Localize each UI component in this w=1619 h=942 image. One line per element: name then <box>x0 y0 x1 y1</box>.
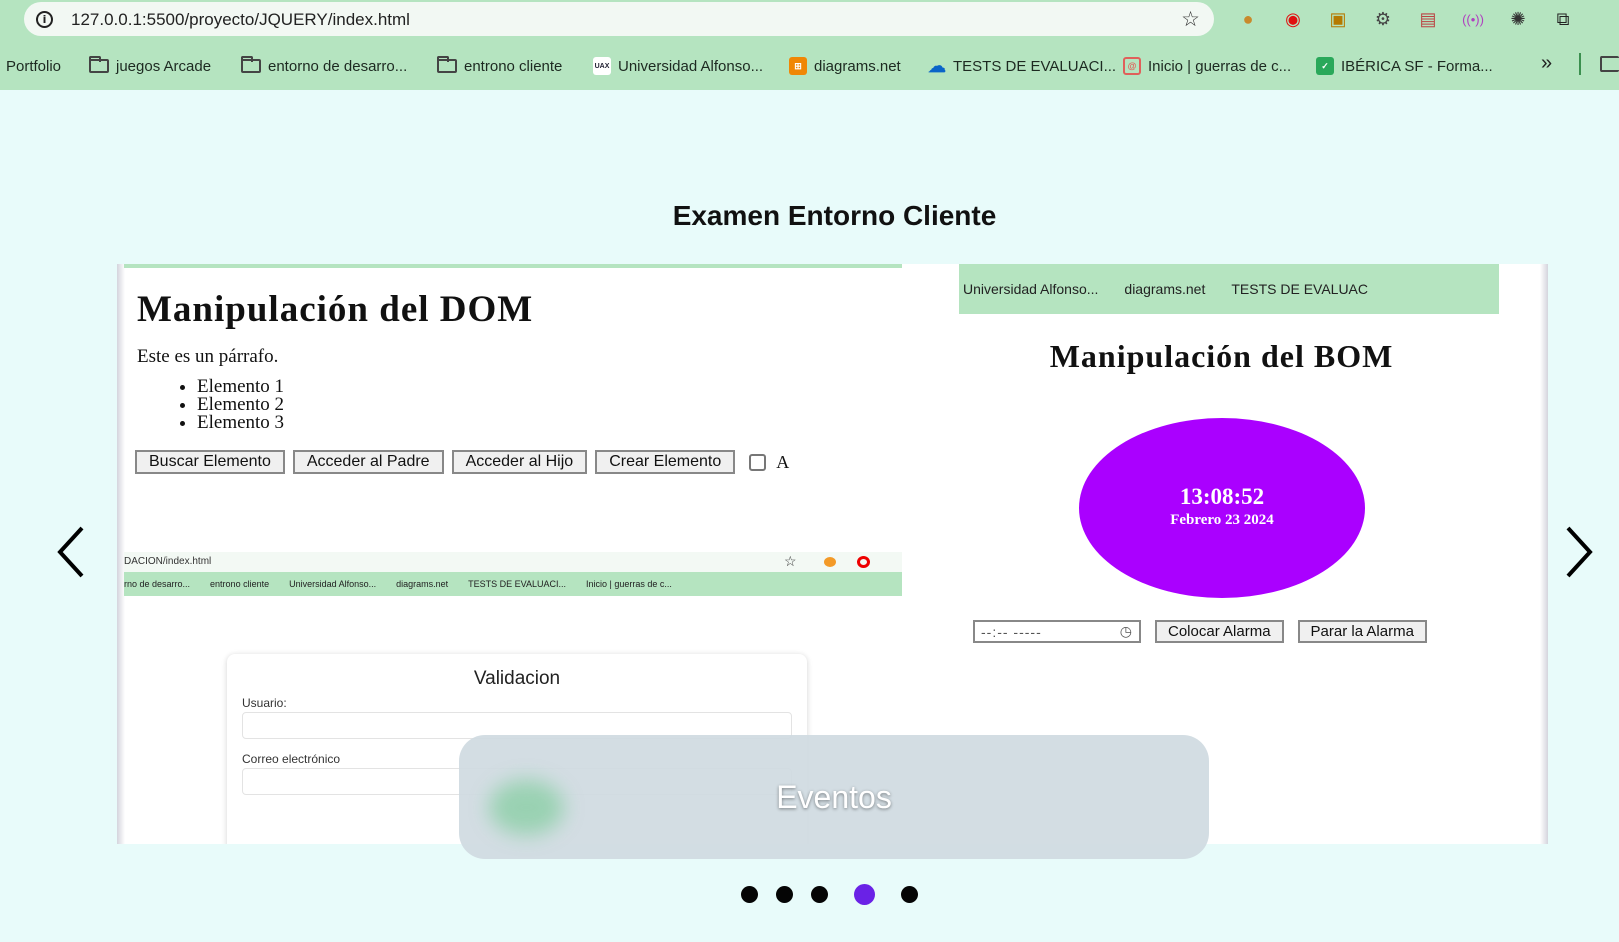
folder-icon <box>89 56 109 73</box>
acceder-hijo-button: Acceder al Hijo <box>451 450 588 474</box>
bookmark-entorno-desarrollo[interactable]: entorno de desarro... <box>241 56 407 76</box>
bom-bookmark: Universidad Alfonso... <box>963 281 1099 297</box>
dom-checkbox <box>749 453 767 471</box>
openai-extension-icon[interactable]: ✺ <box>1502 4 1534 34</box>
puzzle-extensions-icon[interactable]: ⧉ <box>1547 4 1579 34</box>
check-favicon-icon: ✓ <box>1316 57 1334 75</box>
screen-extension-icon[interactable]: ▤ <box>1412 4 1444 34</box>
bookmarks-bar: Portfolio juegos Arcade entorno de desar… <box>0 42 1619 90</box>
other-bookmarks-folder-icon[interactable] <box>1600 56 1619 72</box>
bookmark-tests-evaluacion[interactable]: ☁ TESTS DE EVALUACI... <box>928 56 1116 76</box>
mini-bookmark: Inicio | guerras de c... <box>586 579 672 589</box>
address-bar[interactable]: i 127.0.0.1:5500/proyecto/JQUERY/index.h… <box>24 2 1214 36</box>
carousel-indicator[interactable] <box>901 886 918 903</box>
uax-favicon-icon: UAX <box>593 57 611 75</box>
mini-bookmark: rno de desarro... <box>124 579 191 589</box>
crear-elemento-button: Crear Elemento <box>595 450 736 474</box>
alarm-time-input: --:-- ----- ◷ <box>973 620 1141 643</box>
clock-date: Febrero 23 2024 <box>1170 512 1274 528</box>
usuario-label: Usuario: <box>242 696 287 710</box>
bookmark-label: Universidad Alfonso... <box>618 57 764 75</box>
alarm-controls: --:-- ----- ◷ Colocar Alarma Parar la Al… <box>973 620 1427 643</box>
bookmark-guerras[interactable]: @ Inicio | guerras de c... <box>1123 56 1291 76</box>
bookmark-label: diagrams.net <box>814 57 901 75</box>
dom-paragraph: Este es un párrafo. <box>137 346 279 367</box>
carousel-next-icon[interactable] <box>1558 522 1598 582</box>
mini-star-icon: ☆ <box>784 553 797 569</box>
bookmark-label: entrono cliente <box>464 57 563 75</box>
bookmark-label: IBÉRICA SF - Forma... <box>1341 57 1493 75</box>
page-title: Examen Entorno Cliente <box>672 200 997 231</box>
bookmark-label: TESTS DE EVALUACI... <box>953 57 1117 75</box>
site-info-icon[interactable]: i <box>36 11 53 28</box>
bookmark-label: Inicio | guerras de c... <box>1148 57 1292 75</box>
swirl-favicon-icon: @ <box>1123 57 1141 75</box>
mini-bookmark: diagrams.net <box>396 579 449 589</box>
dom-checkbox-label: A <box>776 451 790 472</box>
parar-alarma-button: Parar la Alarma <box>1297 620 1427 643</box>
more-bookmarks-icon[interactable]: » <box>1541 52 1552 75</box>
email-label: Correo electrónico <box>242 752 341 766</box>
clock-circle: 13:08:52 Febrero 23 2024 <box>1079 418 1365 598</box>
dom-heading: Manipulación del DOM <box>137 289 534 330</box>
bom-bookmark: diagrams.net <box>1124 281 1206 297</box>
mini-bookmark: Universidad Alfonso... <box>289 579 377 589</box>
caption-title: Eventos <box>776 779 892 815</box>
browser-toolbar: i 127.0.0.1:5500/proyecto/JQUERY/index.h… <box>0 0 1619 42</box>
bom-heading: Manipulación del BOM <box>1049 338 1394 374</box>
bookmarks-divider <box>1579 53 1581 75</box>
bookmark-label: juegos Arcade <box>116 57 212 75</box>
list-item: Elemento 3 <box>197 413 284 432</box>
dom-list: Elemento 1 Elemento 2 Elemento 3 <box>197 377 284 432</box>
carousel-indicators <box>741 884 918 905</box>
mini-bookmarks: rno de desarro... entrono cliente Univer… <box>124 572 902 596</box>
carousel-caption: Eventos <box>459 735 1209 859</box>
carousel-prev-icon[interactable] <box>52 522 92 582</box>
extensions-bar: ● ◉ ▣ ⚙ ▤ ((•)) ✺ ⧉ <box>1232 4 1579 34</box>
robot-extension-icon[interactable]: ⚙ <box>1367 4 1399 34</box>
bom-bookmark: TESTS DE EVALUAC <box>1231 281 1369 297</box>
bookmark-juegos-arcade[interactable]: juegos Arcade <box>89 56 211 76</box>
buscar-elemento-button: Buscar Elemento <box>135 450 285 474</box>
bookmark-portfolio[interactable]: Portfolio <box>6 56 61 76</box>
acceder-padre-button: Acceder al Padre <box>292 450 444 474</box>
mini-cookie-icon <box>824 557 836 567</box>
validation-title: Validacion <box>473 668 561 689</box>
onedrive-favicon-icon: ☁ <box>928 55 946 76</box>
mini-url-bar: DACION/index.html ☆ <box>124 552 902 572</box>
carousel-indicator-active[interactable] <box>854 884 875 905</box>
opera-extension-icon[interactable]: ◉ <box>1277 4 1309 34</box>
diagrams-favicon-icon: ⊞ <box>789 57 807 75</box>
mini-url-text: DACION/index.html <box>124 556 212 567</box>
bookmark-label: entorno de desarro... <box>268 57 408 75</box>
cookie-extension-icon[interactable]: ● <box>1232 4 1264 34</box>
bom-bookmarks-bar: Universidad Alfonso... diagrams.net TEST… <box>959 264 1499 314</box>
carousel-indicator[interactable] <box>811 886 828 903</box>
cast-extension-icon[interactable]: ▣ <box>1322 4 1354 34</box>
folder-icon <box>437 56 457 73</box>
alarm-time-placeholder: --:-- ----- <box>981 623 1042 640</box>
mini-opera-icon <box>857 556 870 568</box>
broadcast-extension-icon[interactable]: ((•)) <box>1457 4 1489 34</box>
carousel-indicator[interactable] <box>741 886 758 903</box>
bookmark-label: Portfolio <box>6 57 62 75</box>
bookmark-entrono-cliente[interactable]: entrono cliente <box>437 56 562 76</box>
mini-bookmark: entrono cliente <box>210 579 270 589</box>
mini-bookmark: TESTS DE EVALUACI... <box>468 579 567 589</box>
bookmark-diagrams[interactable]: ⊞ diagrams.net <box>789 56 901 76</box>
url-text[interactable]: 127.0.0.1:5500/proyecto/JQUERY/index.htm… <box>71 10 410 30</box>
clock-icon: ◷ <box>1119 623 1133 639</box>
bookmark-iberica[interactable]: ✓ IBÉRICA SF - Forma... <box>1316 56 1493 76</box>
bookmark-star-icon[interactable]: ☆ <box>1181 7 1200 32</box>
carousel-indicator[interactable] <box>776 886 793 903</box>
slide-top-border <box>124 264 902 268</box>
dom-button-row: Buscar Elemento Acceder al Padre Acceder… <box>135 450 789 474</box>
clock-time: 13:08:52 <box>1179 484 1265 509</box>
bookmark-universidad-alfonso[interactable]: UAX Universidad Alfonso... <box>593 56 763 76</box>
mini-browser-screenshot: DACION/index.html ☆ rno de desarro... en… <box>124 552 902 596</box>
colocar-alarma-button: Colocar Alarma <box>1155 620 1284 643</box>
folder-icon <box>241 56 261 73</box>
